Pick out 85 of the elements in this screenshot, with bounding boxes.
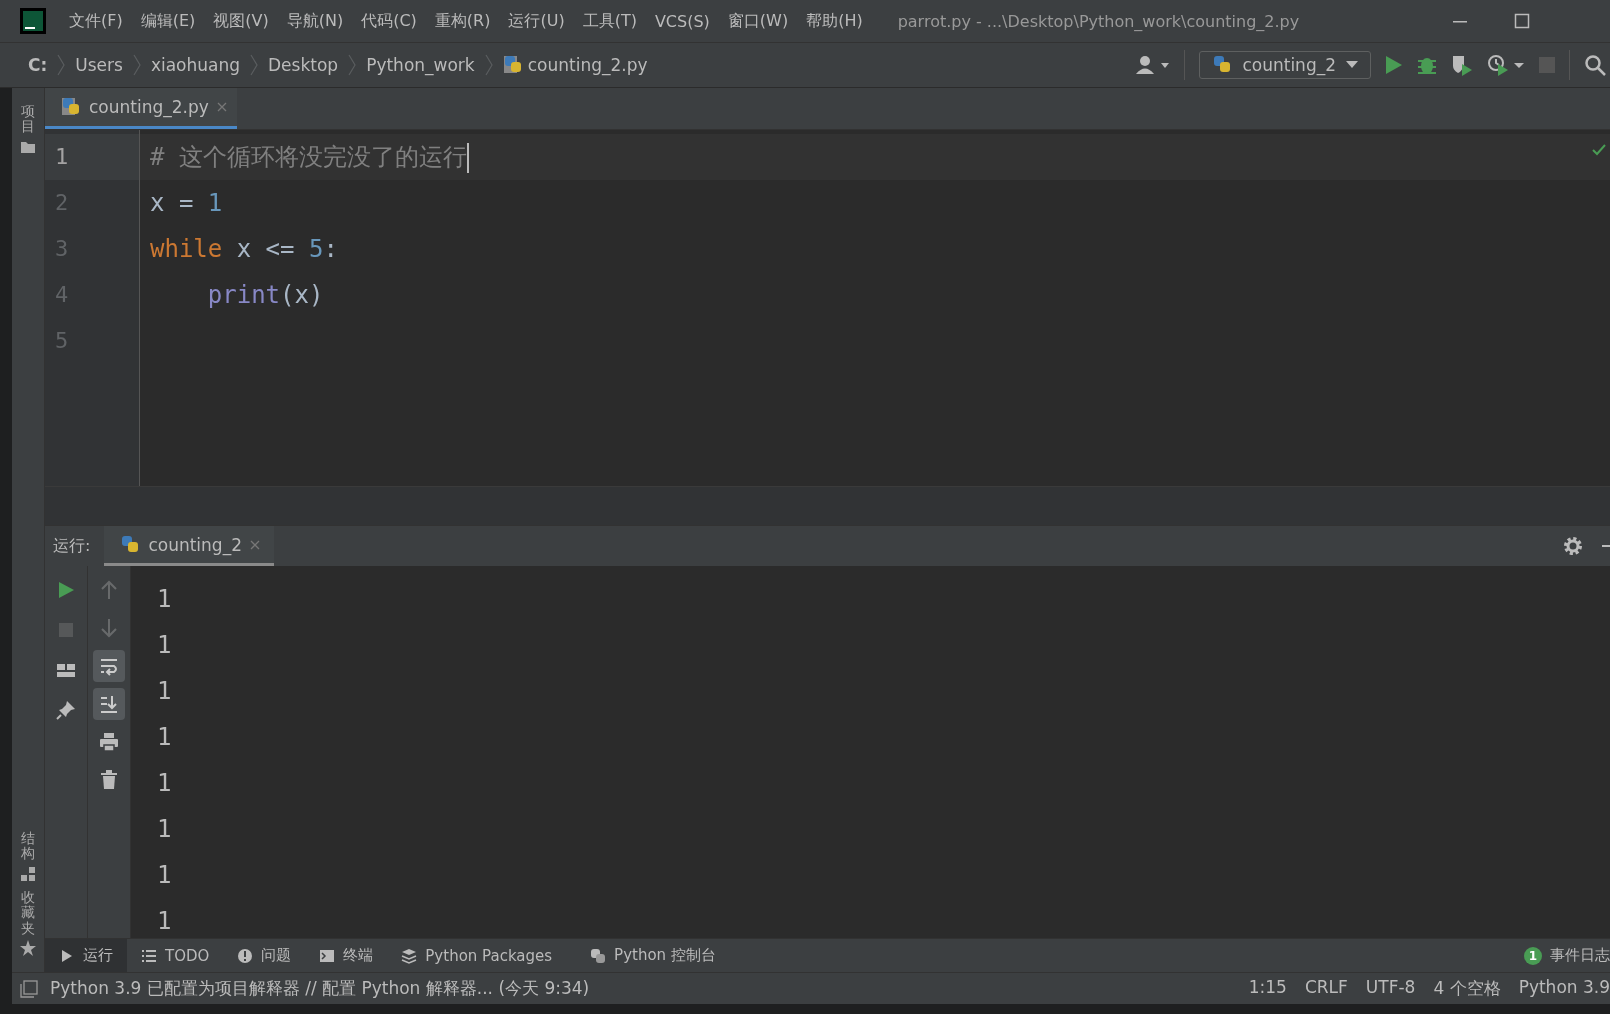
panel-toggle-icon[interactable] [20,979,38,998]
tool-window-tab[interactable]: 问题 [223,939,306,972]
menu-item[interactable]: 工具(T) [573,10,646,32]
menu-item[interactable]: 视图(V) [204,10,278,32]
list-icon [141,947,157,964]
panel-label: 运行: [52,534,92,557]
output-line: 1 [157,584,173,615]
maximize-icon[interactable] [1514,13,1530,29]
python-icon [590,947,607,964]
menu-item[interactable]: 导航(N) [277,10,353,32]
pin-icon[interactable] [55,699,77,721]
output-line: 1 [157,630,173,661]
soft-wrap-button[interactable] [93,650,125,682]
app-logo-icon [20,8,46,34]
exclamation-icon [237,947,254,964]
shield-run-icon[interactable] [1451,54,1473,76]
python-file-icon [61,97,81,117]
terminal-icon [319,947,336,964]
menu-item[interactable]: 运行(U) [499,10,574,32]
bug-icon[interactable] [1417,55,1437,75]
structure-icon [20,865,36,882]
chevron-icon [56,54,67,76]
menu-item[interactable]: 重构(R) [425,10,500,32]
printer-icon[interactable] [98,731,120,753]
output-line: 1 [157,906,173,937]
window-title: parrot.py - ...\Desktop\Python_work\counting_2.py [897,11,1300,31]
output-line: 1 [157,676,173,707]
tool-window-button[interactable]: 项目 [20,100,36,159]
run-tab[interactable]: counting_2 [104,526,274,566]
search-icon[interactable] [1584,54,1606,76]
status-item[interactable]: UTF-8 [1365,977,1416,1000]
code-line: x = 1 [149,188,224,219]
user-icon[interactable] [1136,55,1171,75]
menu-item[interactable]: 文件(F) [60,10,132,32]
tool-window-button[interactable]: 结构 [20,827,36,886]
code-line: while x <= 5: [149,234,339,265]
trash-icon[interactable] [98,769,120,791]
breadcrumb[interactable]: xiaohuang [150,55,241,75]
breadcrumb[interactable]: Python_work [366,55,475,75]
tool-window-tab[interactable]: 终端 [305,939,388,972]
menu-item[interactable]: 窗口(W) [718,10,798,32]
layers-icon [401,947,418,964]
status-item[interactable]: 1:15 [1248,977,1287,1000]
breadcrumb[interactable]: counting_2.py [502,55,648,75]
scroll-to-end-icon [98,693,120,715]
tool-window-tab[interactable]: 运行 [45,939,127,972]
run-icon[interactable] [1385,55,1403,75]
python-icon [1212,55,1233,75]
run-config-dropdown[interactable]: counting_2 [1199,51,1371,79]
menu-item[interactable]: 代码(C) [352,10,426,32]
status-item[interactable]: CRLF [1304,977,1348,1000]
caret-icon [1346,61,1358,69]
tool-window-button[interactable]: 收藏夹 [20,885,36,960]
status-message: Python 3.9 已配置为项目解释器 // 配置 Python 解释器... (今天 9:34) [50,977,590,1000]
menu-item[interactable]: 帮助(H) [797,10,872,32]
python-icon [120,534,141,555]
output-line: 1 [157,722,173,753]
status-item[interactable]: Python 3.9 [1518,977,1610,1000]
clock-run-icon[interactable] [1487,54,1525,76]
event-log-button[interactable]: 1 事件日志 [1524,939,1610,972]
notification-badge: 1 [1524,946,1542,965]
scroll-to-end-button[interactable] [93,688,125,720]
tool-window-tab[interactable]: Python Packages [387,939,567,972]
tool-window-tab[interactable]: Python 控制台 [576,939,730,972]
menu-item[interactable]: 编辑(E) [131,10,205,32]
star-icon [20,940,36,956]
breadcrumb[interactable]: Desktop [268,55,339,75]
tool-window-tab[interactable]: TODO [127,939,224,972]
check-icon [1592,144,1606,156]
output-line: 1 [157,768,173,799]
breadcrumb[interactable]: Users [75,55,123,75]
chevron-icon [249,54,260,76]
settings-icon[interactable] [1562,535,1584,557]
editor-tab[interactable]: counting_2.py [45,88,237,129]
line-number: 1 [45,134,139,180]
chevron-icon [347,54,358,76]
chevron-icon [483,54,494,76]
status-item[interactable]: 4 个空格 [1433,977,1501,1000]
python-file-icon [502,55,523,75]
output-line: 1 [157,860,173,891]
breadcrumb[interactable]: C: [28,55,48,75]
code-line: print(x) [206,280,325,311]
menu-item[interactable]: VCS(S) [645,11,719,31]
output-line: 1 [157,814,173,845]
chevron-icon [131,54,142,76]
